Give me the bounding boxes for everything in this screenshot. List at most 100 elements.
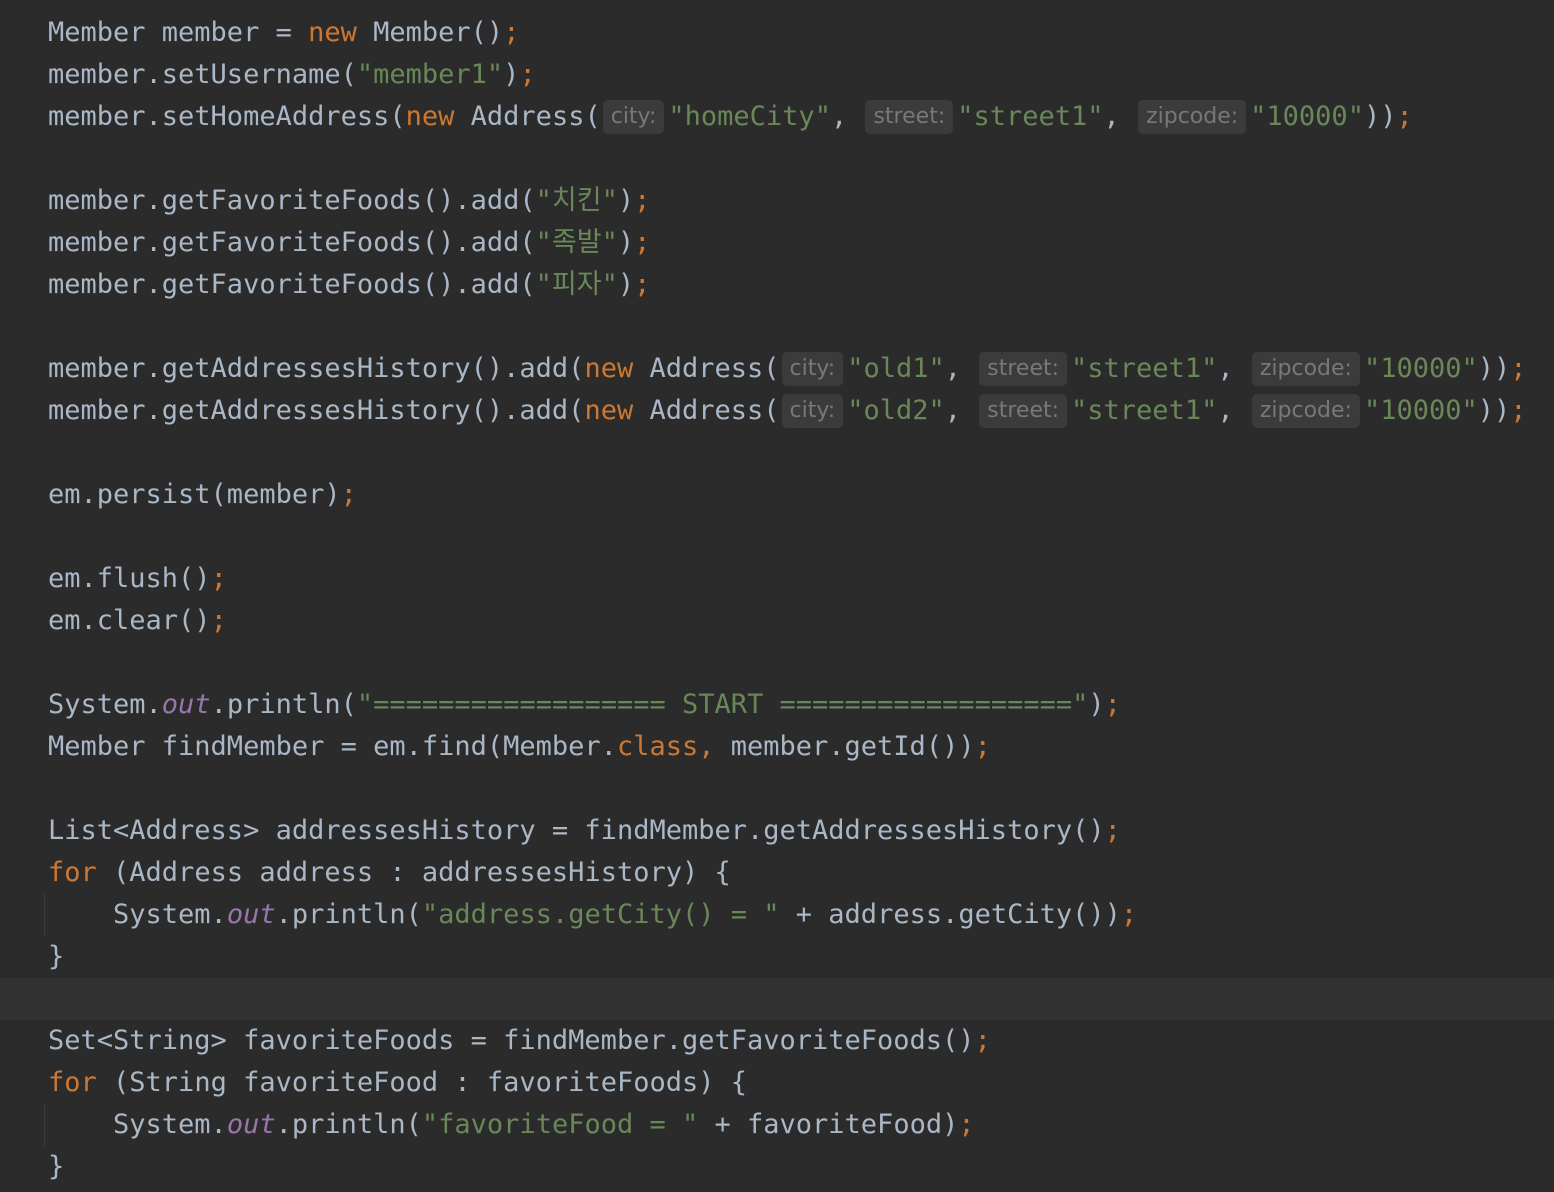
string-literal: "homeCity" (668, 101, 831, 132)
code-line-text: for (String favoriteFood : favoriteFoods… (48, 1062, 747, 1104)
punctuation-token: ; (1510, 395, 1527, 426)
code-token: ) (617, 185, 635, 216)
code-line-text: member.getAddressesHistory().add(new Add… (48, 348, 1527, 390)
code-token: Member member = (48, 17, 309, 48)
code-line[interactable]: member.setHomeAddress(new Address(city: "… (0, 96, 1554, 138)
string-literal: "================== START ==============… (356, 689, 1089, 720)
punctuation-token: ; (1510, 353, 1527, 384)
code-line-text: member.getFavoriteFoods().add("치킨"); (48, 180, 650, 222)
code-line[interactable] (0, 138, 1554, 180)
string-literal: "address.getCity() = " (421, 899, 780, 930)
code-token: member.getFavoriteFoods().add( (48, 269, 536, 300)
parameter-hint: zipcode: (1138, 100, 1247, 134)
code-token: member.getAddressesHistory().add( (48, 395, 585, 426)
code-token: em.clear() (48, 605, 211, 636)
punctuation-token: ; (974, 731, 991, 762)
code-line-text: List<Address> addressesHistory = findMem… (48, 810, 1121, 852)
code-line[interactable]: member.getFavoriteFoods().add("피자"); (0, 264, 1554, 306)
code-line[interactable]: Member member = new Member(); (0, 12, 1554, 54)
parameter-hint: street: (979, 394, 1068, 428)
punctuation-token: ; (1104, 689, 1121, 720)
punctuation-token: ; (1396, 101, 1413, 132)
code-line[interactable] (0, 306, 1554, 348)
code-token: (String favoriteFood : favoriteFoods) { (96, 1067, 747, 1098)
string-literal: "old2" (847, 395, 945, 426)
code-line[interactable]: System.out.println("address.getCity() = … (0, 894, 1554, 936)
code-line[interactable]: member.getFavoriteFoods().add("족발"); (0, 222, 1554, 264)
punctuation-token: ; (340, 479, 357, 510)
string-literal: "10000" (1363, 395, 1478, 426)
code-token: Set<String> favoriteFoods = findMember.g… (48, 1025, 975, 1056)
code-line-text: member.getFavoriteFoods().add("피자"); (48, 264, 650, 306)
punctuation-token: ; (1104, 815, 1121, 846)
code-token: , (944, 353, 978, 384)
code-line-text: member.getFavoriteFoods().add("족발"); (48, 222, 650, 264)
punctuation-token: ; (519, 59, 536, 90)
punctuation-token: ; (634, 227, 651, 258)
code-token: member.getFavoriteFoods().add( (48, 185, 536, 216)
code-line[interactable] (0, 768, 1554, 810)
code-line[interactable]: member.getFavoriteFoods().add("치킨"); (0, 180, 1554, 222)
code-token: , (1217, 353, 1250, 384)
code-line[interactable]: em.persist(member); (0, 474, 1554, 516)
code-line[interactable]: em.clear(); (0, 600, 1554, 642)
string-literal: "피자" (535, 269, 618, 300)
punctuation-token: ; (1120, 899, 1138, 930)
parameter-hint: street: (979, 352, 1068, 386)
parameter-hint: city: (602, 100, 665, 134)
keyword-token: new (405, 101, 455, 132)
code-token: .println( (210, 689, 357, 720)
static-field-token: out (161, 689, 211, 720)
code-line-text: Member member = new Member(); (48, 12, 519, 54)
static-field-token: out (226, 899, 276, 930)
code-token: System. (48, 689, 162, 720)
code-token: .println( (275, 899, 422, 930)
keyword-token: for (48, 857, 97, 888)
code-line[interactable] (0, 432, 1554, 474)
code-line-text: member.getAddressesHistory().add(new Add… (48, 390, 1527, 432)
string-literal: "street1" (957, 101, 1104, 132)
punctuation-token: ; (210, 605, 227, 636)
code-line[interactable]: } (0, 1146, 1554, 1188)
code-token: )) (1477, 395, 1511, 426)
code-line-text: em.clear(); (48, 600, 227, 642)
code-token: ) (1088, 689, 1105, 720)
code-line[interactable] (0, 516, 1554, 558)
code-line[interactable]: System.out.println("favoriteFood = " + f… (0, 1104, 1554, 1146)
code-token: em.flush() (48, 563, 211, 594)
code-line-text: member.setHomeAddress(new Address(city: "… (48, 96, 1413, 138)
parameter-hint: zipcode: (1251, 394, 1360, 428)
code-line[interactable]: } (0, 936, 1554, 978)
code-token: (Address address : addressesHistory) { (96, 857, 731, 888)
keyword-token: new (584, 353, 634, 384)
code-line[interactable]: System.out.println("================== S… (0, 684, 1554, 726)
code-line-text: member.setUsername("member1"); (48, 54, 536, 96)
code-line[interactable]: Set<String> favoriteFoods = findMember.g… (0, 1020, 1554, 1062)
code-token: System. (48, 1109, 227, 1140)
keyword-token: class (616, 731, 699, 762)
code-line-text: System.out.println("================== S… (48, 684, 1121, 726)
parameter-hint: zipcode: (1251, 352, 1360, 386)
code-token: )) (1363, 101, 1397, 132)
string-literal: "족발" (535, 227, 618, 258)
code-line[interactable]: member.getAddressesHistory().add(new Add… (0, 348, 1554, 390)
code-token: } (48, 941, 65, 972)
code-line[interactable]: member.getAddressesHistory().add(new Add… (0, 390, 1554, 432)
punctuation-token: ; (958, 1109, 975, 1140)
code-token: Address( (633, 353, 780, 384)
code-line[interactable]: member.setUsername("member1"); (0, 54, 1554, 96)
code-token: , (1103, 101, 1137, 132)
string-literal: "10000" (1250, 101, 1364, 132)
code-token: List<Address> addressesHistory = findMem… (48, 815, 1105, 846)
code-line[interactable] (0, 642, 1554, 684)
punctuation-token: , (698, 731, 731, 762)
punctuation-token: ; (634, 185, 651, 216)
code-editor[interactable]: Member member = new Member(); member.setU… (0, 0, 1554, 1192)
code-line[interactable]: em.flush(); (0, 558, 1554, 600)
code-line[interactable]: for (String favoriteFood : favoriteFoods… (0, 1062, 1554, 1104)
code-line[interactable]: for (Address address : addressesHistory)… (0, 852, 1554, 894)
code-token: ) (503, 59, 520, 90)
caret-line[interactable] (0, 978, 1554, 1020)
code-line[interactable]: List<Address> addressesHistory = findMem… (0, 810, 1554, 852)
code-line[interactable]: Member findMember = em.find(Member.class… (0, 726, 1554, 768)
